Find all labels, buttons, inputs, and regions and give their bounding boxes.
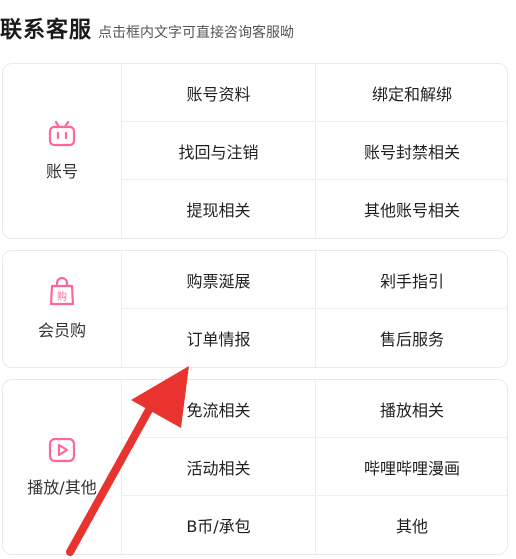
tv-icon [47, 120, 77, 148]
page-title: 联系客服 [0, 18, 93, 43]
option-order-info[interactable]: 订单情报 [122, 309, 316, 367]
option-withdrawal[interactable]: 提现相关 [122, 180, 316, 238]
svg-text:购: 购 [57, 290, 67, 303]
option-playback[interactable]: 播放相关 [317, 380, 507, 438]
option-after-sales[interactable]: 售后服务 [317, 309, 507, 367]
mall-category: 购 会员购 [3, 251, 122, 367]
option-bcoin-sponsor[interactable]: B币/承包 [122, 496, 316, 554]
option-events[interactable]: 活动相关 [122, 438, 316, 496]
option-other[interactable]: 其他 [317, 496, 507, 554]
option-bind-unbind[interactable]: 绑定和解绑 [317, 64, 507, 122]
option-free-data[interactable]: 免流相关 [122, 380, 316, 438]
page-subtitle: 点击框内文字可直接咨询客服呦 [98, 25, 295, 41]
option-other-account[interactable]: 其他账号相关 [317, 180, 507, 238]
option-account-profile[interactable]: 账号资料 [122, 64, 316, 122]
category-label-playback: 播放/其他 [27, 478, 97, 497]
section-header: 联系客服 点击框内文字可直接咨询客服呦 [0, 12, 294, 52]
category-label-mall: 会员购 [37, 321, 86, 340]
option-tickets-exhibition[interactable]: 购票涎展 [122, 251, 316, 309]
option-account-ban[interactable]: 账号封禁相关 [317, 122, 507, 180]
option-recover-cancel[interactable]: 找回与注销 [122, 122, 316, 180]
account-options-grid: 账号资料 绑定和解绑 找回与注销 账号封禁相关 提现相关 其他账号相关 [122, 64, 507, 238]
play-icon [47, 436, 77, 464]
mall-section-card: 购 会员购 购票涎展 剁手指引 订单情报 售后服务 [2, 250, 508, 368]
account-section-card: 账号 账号资料 绑定和解绑 找回与注销 账号封禁相关 提现相关 其他账号相关 [2, 63, 508, 239]
playback-section-card: 播放/其他 免流相关 播放相关 活动相关 哔哩哔哩漫画 B币/承包 其他 [2, 379, 508, 555]
playback-category: 播放/其他 [3, 380, 122, 554]
mall-options-grid: 购票涎展 剁手指引 订单情报 售后服务 [122, 251, 507, 367]
shopping-bag-icon: 购 [48, 277, 76, 307]
option-shopping-guide[interactable]: 剁手指引 [317, 251, 507, 309]
playback-options-grid: 免流相关 播放相关 活动相关 哔哩哔哩漫画 B币/承包 其他 [122, 380, 507, 554]
option-bilibili-comics[interactable]: 哔哩哔哩漫画 [317, 438, 507, 496]
account-category: 账号 [3, 64, 122, 238]
category-label-account: 账号 [45, 162, 78, 181]
